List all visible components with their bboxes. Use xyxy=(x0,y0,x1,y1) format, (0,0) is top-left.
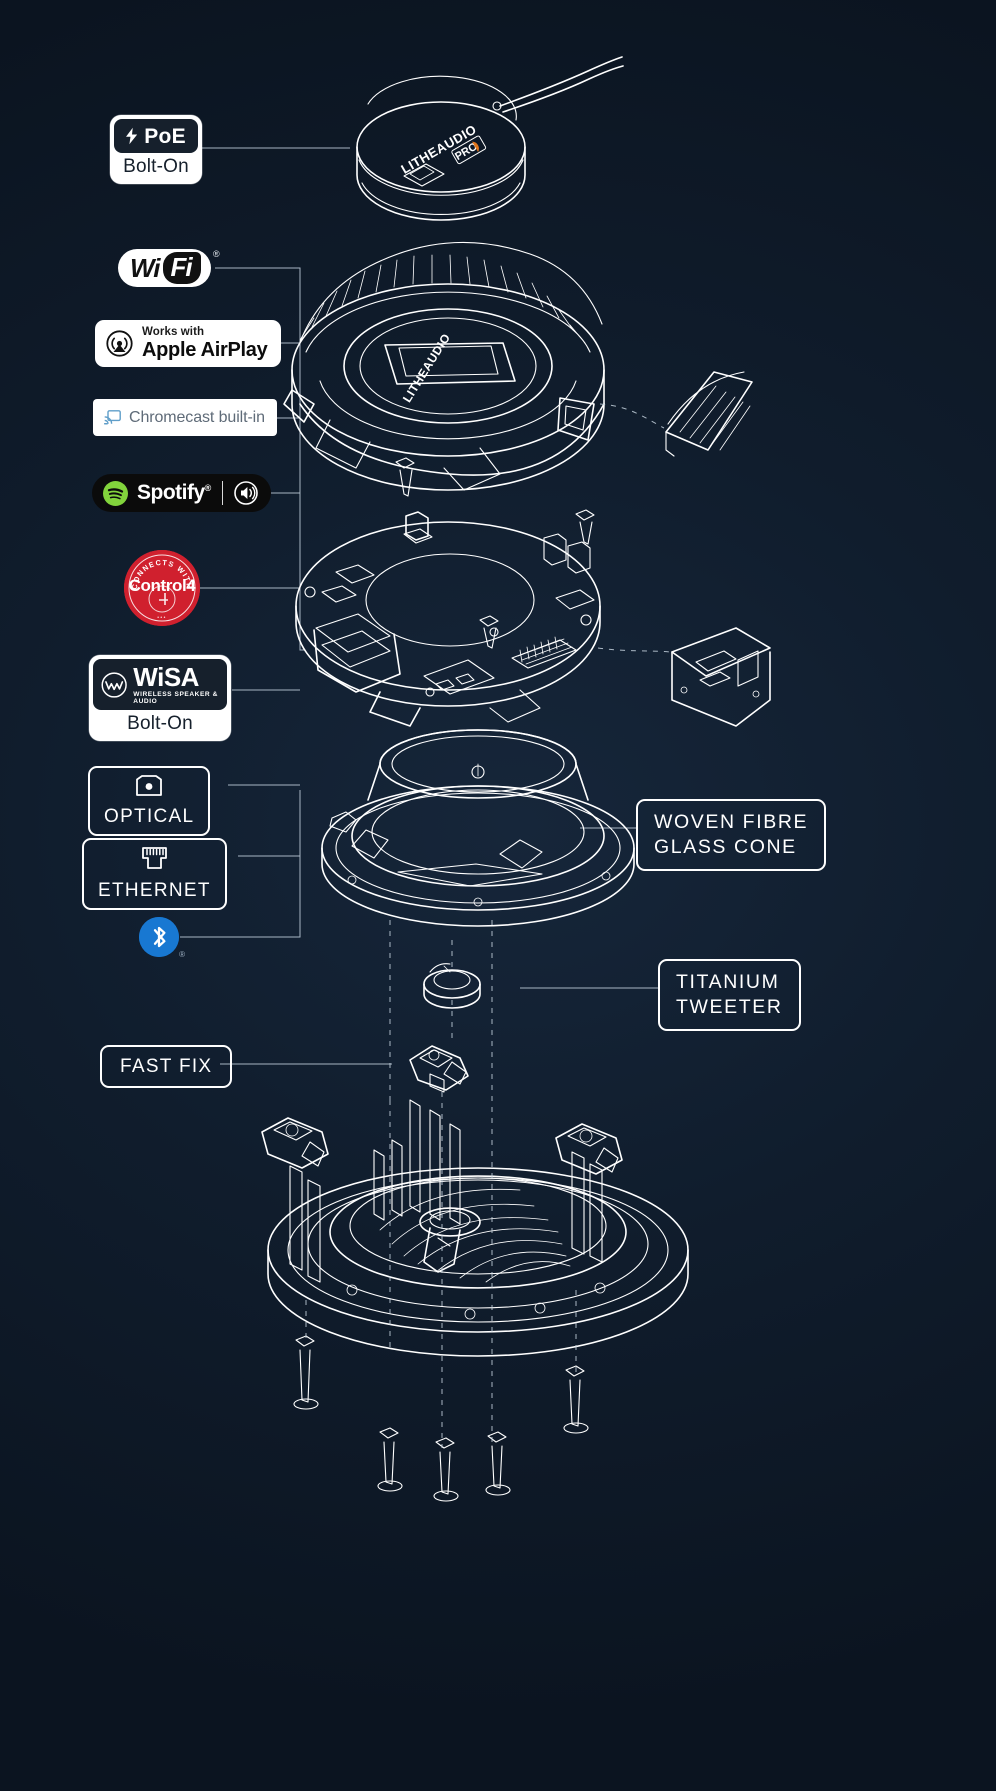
badge-poe[interactable]: PoE Bolt-On xyxy=(110,115,202,184)
wifi-logo: Wi Fi xyxy=(118,249,211,287)
chromecast-logo: Chromecast built-in xyxy=(93,399,277,436)
diagram-stage: LITHEAUDIO PRO LITHEAUDIO PoE Bolt-On Wi… xyxy=(0,0,996,1791)
speaker-icon xyxy=(234,481,258,505)
airplay-logo: Works with Apple AirPlay xyxy=(95,320,282,367)
callout-woven-cone[interactable]: WOVEN FIBRE GLASS CONE xyxy=(636,799,827,871)
svg-text:LITHEAUDIO: LITHEAUDIO xyxy=(400,331,453,405)
component-fast-fix-clamp xyxy=(409,1045,469,1093)
wisa-wave-icon xyxy=(101,671,127,698)
component-backcan xyxy=(261,1099,689,1357)
bluetooth-logo xyxy=(139,917,179,957)
cast-icon xyxy=(104,410,121,425)
component-poe-module: LITHEAUDIO PRO xyxy=(356,56,624,221)
callout-woven-cone-line1: WOVEN FIBRE xyxy=(654,811,809,833)
wifi-text-wi: Wi xyxy=(130,253,161,283)
wisa-subtitle: Bolt-On xyxy=(127,713,193,734)
bluetooth-registered-mark: ® xyxy=(179,950,185,959)
badge-bluetooth[interactable]: ® xyxy=(139,917,185,959)
wisa-card: WiSA WIRELESS SPEAKER & AUDIO Bolt-On xyxy=(89,655,231,741)
badge-ethernet[interactable]: ETHERNET xyxy=(82,838,227,911)
badge-fast-fix[interactable]: FAST FIX xyxy=(100,1045,233,1089)
callout-tweeter-line1: TITANIUM xyxy=(676,971,780,993)
badge-wisa[interactable]: WiSA WIRELESS SPEAKER & AUDIO Bolt-On xyxy=(89,655,231,741)
poe-card: PoE Bolt-On xyxy=(110,115,202,184)
callout-tweeter-line2: TWEETER xyxy=(676,995,783,1018)
badge-control4[interactable]: CONNECTS WITH ••• Control4 xyxy=(124,550,200,626)
airplay-icon xyxy=(106,330,133,357)
airplay-small-text: Works with xyxy=(142,325,205,338)
component-amp-board xyxy=(597,627,771,727)
spotify-connect-logo: Spotify® xyxy=(92,474,271,512)
spotify-divider xyxy=(221,481,223,505)
callout-woven-cone-line2: GLASS CONE xyxy=(654,835,797,858)
wifi-text-fi: Fi xyxy=(170,252,193,282)
control4-label: Control4 xyxy=(128,576,196,595)
optical-port-icon xyxy=(136,775,163,796)
component-fin-detail xyxy=(599,371,753,457)
wifi-registered-mark: ® xyxy=(213,249,220,259)
chromecast-label: Chromecast built-in xyxy=(129,408,265,426)
control4-seal: CONNECTS WITH ••• Control4 xyxy=(124,550,200,626)
poe-top-row: PoE xyxy=(114,119,198,153)
ethernet-label: ETHERNET xyxy=(98,880,211,901)
poe-title: PoE xyxy=(144,124,186,148)
wisa-top-row: WiSA WIRELESS SPEAKER & AUDIO xyxy=(93,659,227,710)
component-heatsink-baffle: LITHEAUDIO xyxy=(283,241,605,491)
badge-spotify[interactable]: Spotify® xyxy=(92,474,271,512)
airplay-big-text: Apple AirPlay xyxy=(142,339,268,362)
wifi-chip: Fi xyxy=(162,252,201,284)
lightning-bolt-icon xyxy=(126,127,138,145)
badge-optical[interactable]: OPTICAL xyxy=(88,766,211,837)
badge-wifi[interactable]: Wi Fi ® xyxy=(118,249,220,287)
optical-label: OPTICAL xyxy=(104,806,195,827)
badge-airplay[interactable]: Works with Apple AirPlay xyxy=(95,320,282,367)
callout-titanium-tweeter[interactable]: TITANIUM TWEETER xyxy=(658,959,801,1031)
wisa-tagline: WIRELESS SPEAKER & AUDIO xyxy=(133,691,218,705)
spotify-icon xyxy=(103,480,128,506)
rj45-icon xyxy=(141,847,167,869)
fast-fix-label: FAST FIX xyxy=(120,1056,213,1077)
wisa-title: WiSA xyxy=(133,662,199,692)
poe-subtitle: Bolt-On xyxy=(123,156,189,177)
spotify-label: Spotify® xyxy=(137,481,211,504)
bluetooth-icon xyxy=(139,917,179,957)
component-amp-chassis xyxy=(295,511,601,727)
badge-chromecast[interactable]: Chromecast built-in xyxy=(93,399,277,436)
svg-text:•••: ••• xyxy=(157,615,166,621)
component-screws xyxy=(293,457,595,1502)
